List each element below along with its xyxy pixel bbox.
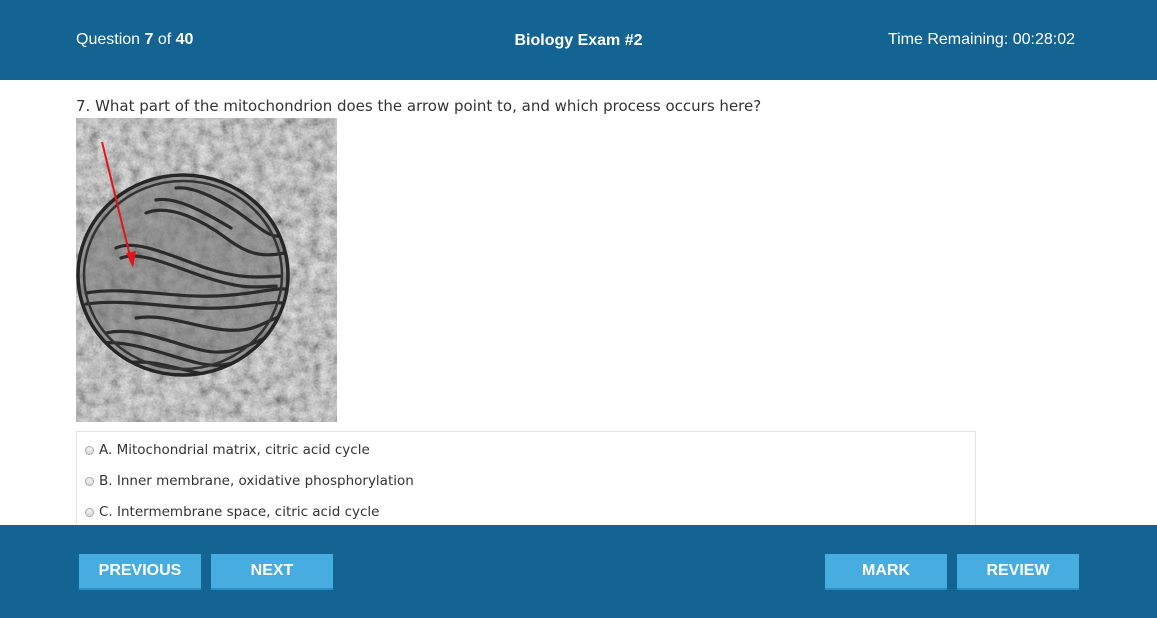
question-text: 7. What part of the mitochondrion does t… bbox=[76, 97, 762, 115]
time-remaining-label: Time Remaining: bbox=[887, 31, 1013, 48]
answer-option-c[interactable]: C. Intermembrane space, citric acid cycl… bbox=[85, 502, 379, 522]
time-remaining: Time Remaining: 00:28:02 bbox=[888, 31, 1075, 49]
question-area[interactable]: 7. What part of the mitochondrion does t… bbox=[0, 80, 1157, 525]
radio-button[interactable] bbox=[85, 507, 94, 517]
answer-label[interactable]: A. Mitochondrial matrix, citric acid cyc… bbox=[99, 442, 370, 458]
next-button[interactable]: NEXT bbox=[211, 554, 333, 590]
answer-option-a[interactable]: A. Mitochondrial matrix, citric acid cyc… bbox=[85, 440, 370, 460]
radio-button[interactable] bbox=[85, 445, 94, 455]
radio-button[interactable] bbox=[85, 476, 94, 486]
exam-header: Question 7 of 40 Biology Exam #2 Time Re… bbox=[0, 0, 1157, 80]
answer-option-b[interactable]: B. Inner membrane, oxidative phosphoryla… bbox=[85, 471, 414, 491]
review-button[interactable]: REVIEW bbox=[957, 554, 1079, 590]
answer-label[interactable]: B. Inner membrane, oxidative phosphoryla… bbox=[99, 473, 414, 489]
answer-choices: A. Mitochondrial matrix, citric acid cyc… bbox=[76, 431, 976, 525]
answer-label[interactable]: C. Intermembrane space, citric acid cycl… bbox=[99, 504, 379, 520]
previous-button[interactable]: PREVIOUS bbox=[79, 554, 201, 590]
time-remaining-value: 00:28:02 bbox=[1012, 31, 1075, 48]
mitochondrion-micrograph bbox=[76, 118, 337, 422]
mark-button[interactable]: MARK bbox=[825, 554, 947, 590]
exam-footer: PREVIOUS NEXT MARK REVIEW bbox=[0, 525, 1157, 618]
